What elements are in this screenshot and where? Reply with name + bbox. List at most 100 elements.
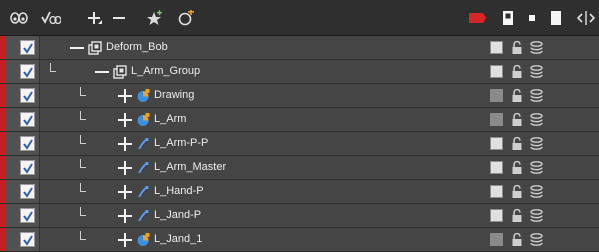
layer-row[interactable]: L_Jand_1 [0,228,599,252]
layer-color-square[interactable] [490,233,503,246]
layer-row[interactable]: L_Arm [0,108,599,132]
tree-branch-line [80,135,86,144]
add-peg-button[interactable] [144,8,164,28]
layer-row[interactable]: L_Arm_Group [0,60,599,84]
enable-cell [6,132,40,155]
enable-all-button[interactable] [40,8,62,28]
layer-enable-checkbox[interactable] [20,64,35,79]
layer-stack-icon[interactable] [530,65,543,79]
tree-branch-line [80,231,86,240]
layer-name[interactable]: L_Arm_Master [154,161,226,173]
drawing-layer-icon [137,113,150,126]
expand-icon[interactable] [118,233,132,247]
checkmark-icon [23,91,33,102]
layer-row[interactable]: L_Hand-P [0,180,599,204]
layer-enable-checkbox[interactable] [20,136,35,151]
remove-layer-button[interactable] [110,8,128,28]
layer-color-square[interactable] [490,137,503,150]
large-square-button[interactable] [548,8,564,28]
checkmark-icon [23,235,33,246]
unlock-icon[interactable] [511,113,523,127]
add-drawing-icon [178,10,194,26]
expand-icon[interactable] [118,137,132,151]
expand-width-icon [577,11,595,25]
layer-enable-checkbox[interactable] [20,88,35,103]
layer-row[interactable]: L_Arm-P-P [0,132,599,156]
layer-stack-icon[interactable] [530,209,543,223]
unlock-icon[interactable] [511,209,523,223]
expand-icon[interactable] [118,113,132,127]
expand-width-button[interactable] [576,8,596,28]
layer-row[interactable]: L_Arm_Master [0,156,599,180]
checkmark-icon [23,187,33,198]
timeline-toolbar [0,0,599,36]
layer-enable-checkbox[interactable] [20,40,35,55]
group-layer-icon [113,65,127,79]
thick-outline-button[interactable] [500,8,516,28]
collapse-icon[interactable] [95,65,109,79]
deformer-layer-icon [138,161,149,174]
layer-enable-checkbox[interactable] [20,232,35,247]
layer-name[interactable]: L_Jand-P [154,209,201,221]
layer-stack-icon[interactable] [530,89,543,103]
enable-all-icon [41,11,61,25]
tree-branch-line [80,207,86,216]
layer-stack-icon[interactable] [530,185,543,199]
expand-icon[interactable] [118,161,132,175]
add-drawing-button[interactable] [176,8,196,28]
deformer-layer-icon [138,137,149,150]
deformer-layer-icon [138,185,149,198]
unlock-icon[interactable] [511,89,523,103]
unlock-icon[interactable] [511,233,523,247]
layer-enable-checkbox[interactable] [20,112,35,127]
layer-color-square[interactable] [490,209,503,222]
layer-name[interactable]: Deform_Bob [106,41,168,53]
layer-name[interactable]: L_Arm-P-P [154,137,208,149]
layer-color-square[interactable] [490,113,503,126]
large-square-icon [551,11,561,25]
layer-row[interactable]: Drawing [0,84,599,108]
unlock-icon[interactable] [511,137,523,151]
layer-name[interactable]: L_Arm [154,113,186,125]
small-square-button[interactable] [524,8,540,28]
layer-stack-icon[interactable] [530,233,543,247]
layer-row[interactable]: L_Jand-P [0,204,599,228]
enable-cell [6,180,40,203]
layer-stack-icon[interactable] [530,113,543,127]
layer-color-square[interactable] [490,41,503,54]
checkmark-icon [23,43,33,54]
layer-color-square[interactable] [490,89,503,102]
layer-enable-checkbox[interactable] [20,160,35,175]
add-layer-button[interactable] [86,8,104,28]
unlock-icon[interactable] [511,41,523,55]
layer-enable-checkbox[interactable] [20,184,35,199]
checkmark-icon [23,115,33,126]
expand-icon[interactable] [118,209,132,223]
layer-name[interactable]: L_Hand-P [154,185,204,197]
layer-row[interactable]: Deform_Bob [0,36,599,60]
layer-stack-icon[interactable] [530,41,543,55]
layer-stack-icon[interactable] [530,161,543,175]
unlock-icon[interactable] [511,65,523,79]
tree-branch-line [80,111,86,120]
expand-icon[interactable] [118,89,132,103]
layer-name[interactable]: L_Jand_1 [154,233,202,245]
color-swatch-button[interactable] [466,8,488,28]
unlock-icon[interactable] [511,185,523,199]
show-all-button[interactable] [8,8,30,28]
layer-color-square[interactable] [490,185,503,198]
remove-layer-icon [113,17,125,19]
drawing-layer-icon [137,89,150,102]
expand-icon[interactable] [118,185,132,199]
layer-name[interactable]: L_Arm_Group [131,65,200,77]
enable-cell [6,60,40,83]
tree-branch-line [50,63,56,72]
layer-stack-icon[interactable] [530,137,543,151]
layer-enable-checkbox[interactable] [20,208,35,223]
layer-color-square[interactable] [490,65,503,78]
layer-color-square[interactable] [490,161,503,174]
collapse-icon[interactable] [70,41,84,55]
enable-cell [6,84,40,107]
layer-name[interactable]: Drawing [154,89,194,101]
unlock-icon[interactable] [511,161,523,175]
